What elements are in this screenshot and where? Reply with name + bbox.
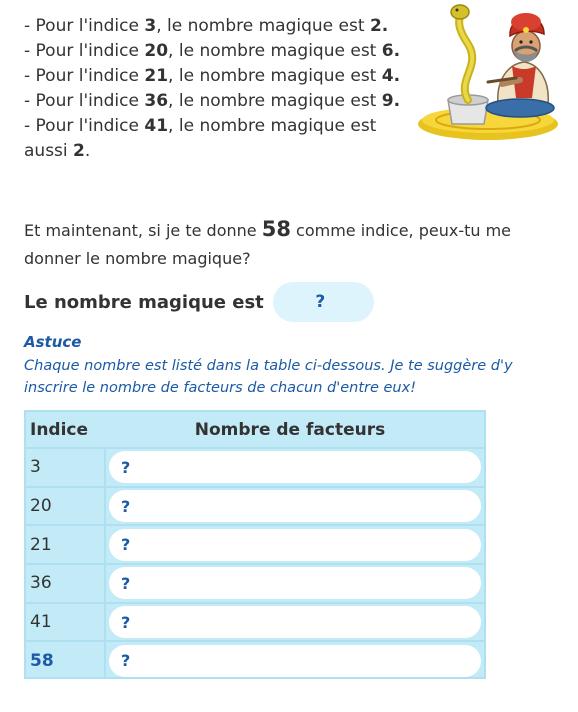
factor-count-input[interactable]: ?	[109, 606, 481, 639]
factor-count-input[interactable]: ?	[109, 528, 481, 561]
row-index: 36	[26, 565, 106, 602]
table-row: 3 ?	[26, 447, 484, 486]
clue-value: 6.	[381, 41, 401, 61]
table-row: 21 ?	[26, 524, 484, 564]
clue-value: 9.	[381, 91, 401, 111]
row-index: 3	[26, 449, 106, 486]
factors-table: Indice Nombre de facteurs 3 ? 20 ? 21 ? …	[24, 410, 486, 680]
tip-text: Chaque nombre est listé dans la table ci…	[24, 358, 513, 396]
clue-index: 21	[144, 66, 169, 86]
clue-item: - Pour l'indice 21, le nombre magique es…	[24, 66, 401, 86]
factor-count-input[interactable]: ?	[109, 490, 481, 523]
clue-item: - Pour l'indice 3, le nombre magique est…	[24, 16, 389, 36]
clue-item: - Pour l'indice 41, le nombre magique es…	[24, 116, 377, 161]
row-index: 20	[26, 487, 106, 525]
table-row: 58 ?	[26, 640, 484, 680]
header-factors: Nombre de facteurs	[194, 419, 386, 440]
factor-count-input[interactable]: ?	[109, 451, 481, 484]
tip-title: Astuce	[24, 333, 82, 351]
factor-count-input[interactable]: ?	[109, 567, 481, 600]
clue-value: 4.	[381, 66, 401, 86]
table-header: Indice Nombre de facteurs	[26, 412, 484, 447]
table-row: 20 ?	[26, 485, 484, 525]
question-text: Et maintenant, si je te donne 58 comme i…	[24, 217, 512, 268]
row-index: 41	[26, 603, 106, 641]
given-index: 58	[261, 217, 291, 241]
clue-index: 41	[144, 116, 169, 136]
row-index: 21	[26, 526, 106, 564]
row-index-target: 58	[26, 642, 106, 680]
clue-index: 3	[144, 16, 157, 36]
table-row: 36 ?	[26, 563, 484, 602]
clue-index: 20	[144, 41, 169, 61]
clue-item: - Pour l'indice 20, le nombre magique es…	[24, 41, 401, 61]
header-index: Indice	[30, 419, 89, 440]
answer-label: Le nombre magique est	[24, 291, 264, 313]
clue-index: 36	[144, 91, 169, 111]
clue-item: - Pour l'indice 36, le nombre magique es…	[24, 91, 401, 111]
clue-list: - Pour l'indice 3, le nombre magique est…	[24, 14, 414, 164]
clue-value: 2	[73, 141, 85, 161]
clue-value: 2.	[369, 16, 389, 36]
factor-count-input[interactable]: ?	[109, 644, 481, 677]
snake-charmer-icon	[416, 0, 561, 144]
table-row: 41 ?	[26, 601, 484, 641]
magic-number-input[interactable]: ?	[272, 282, 374, 322]
answer-row: Le nombre magique est ?	[24, 282, 374, 322]
